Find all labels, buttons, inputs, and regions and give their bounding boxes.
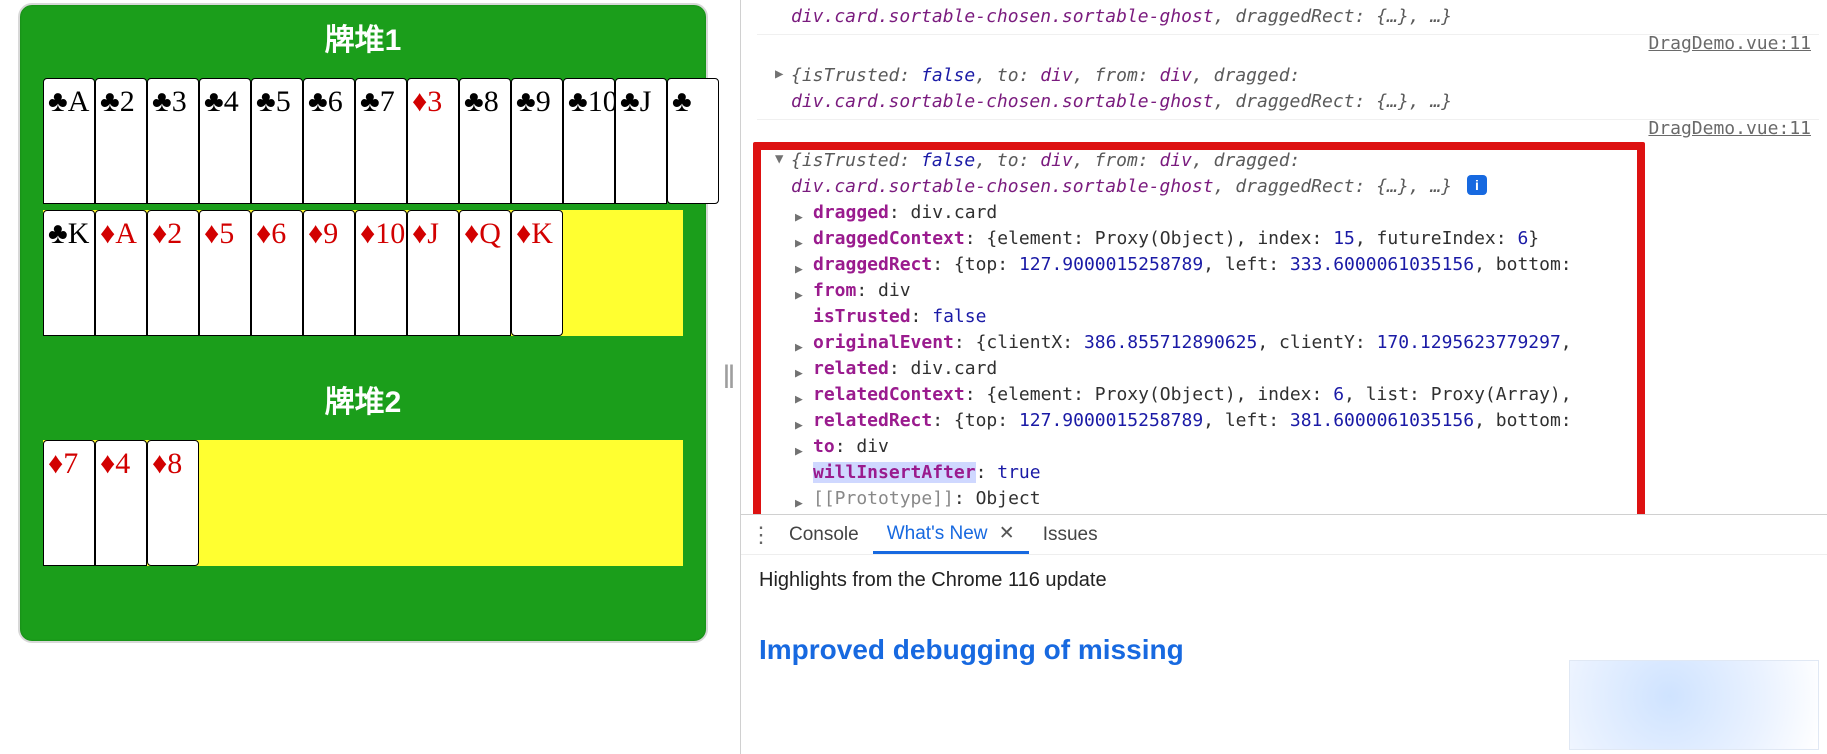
source-link[interactable]: DragDemo.vue:11 — [1648, 33, 1811, 54]
pile1-row1[interactable]: ♣A♣2♣3♣4♣5♣6♣7♦3♣8♣9♣10♣J♣ — [42, 77, 684, 205]
pane-resize-handle[interactable]: ‖ — [718, 0, 740, 754]
text-fragment: {…} — [1376, 6, 1409, 27]
prop-dragged[interactable]: ▶dragged: div.card — [791, 200, 1819, 226]
pile2-title: 牌堆2 — [20, 377, 706, 421]
playing-card[interactable]: ♦10 — [355, 210, 407, 336]
playing-card[interactable]: ♦Q — [459, 210, 511, 336]
element-ref: div — [1040, 65, 1073, 86]
pile1-row2[interactable]: ♣K♦A♦2♦5♦6♦9♦10♦J♦Q♦K — [42, 209, 684, 337]
playing-card[interactable]: ♦4 — [95, 440, 147, 566]
app-pane: 牌堆1 ♣A♣2♣3♣4♣5♣6♣7♦3♣8♣9♣10♣J♣ ♣K♦A♦2♦5♦… — [0, 0, 718, 754]
playing-card[interactable]: ♣A — [43, 78, 95, 204]
playing-card[interactable]: ♣K — [43, 210, 95, 336]
drawer-body[interactable]: Highlights from the Chrome 116 update Im… — [741, 554, 1827, 754]
text-fragment: , from: — [1073, 65, 1160, 86]
playing-card[interactable]: ♣ — [667, 78, 719, 204]
collapse-icon[interactable]: ▼ — [775, 151, 783, 167]
prop-relatedContext[interactable]: ▶relatedContext: {element: Proxy(Object)… — [791, 382, 1819, 408]
playing-card[interactable]: ♣8 — [459, 78, 511, 204]
close-icon[interactable]: ✕ — [999, 523, 1015, 544]
console-log-entry-expanded[interactable]: ▼ {isTrusted: false, to: div, from: div,… — [757, 146, 1819, 514]
playing-card[interactable]: ♦K — [511, 210, 563, 336]
devtools-pane: div.card.sortable-chosen.sortable-ghost,… — [740, 0, 1827, 754]
element-ref: div — [1159, 150, 1192, 171]
text-fragment: {…} — [1376, 91, 1409, 112]
source-link[interactable]: DragDemo.vue:11 — [1648, 118, 1811, 139]
prop-originalEvent[interactable]: ▶originalEvent: {clientX: 386.8557128906… — [791, 330, 1819, 356]
game-board: 牌堆1 ♣A♣2♣3♣4♣5♣6♣7♦3♣8♣9♣10♣J♣ ♣K♦A♦2♦5♦… — [18, 3, 708, 643]
text-fragment: , …} — [1409, 91, 1452, 112]
text-fragment: , dragged: — [1192, 150, 1300, 171]
playing-card[interactable]: ♦2 — [147, 210, 199, 336]
prop-relatedRect[interactable]: ▶relatedRect: {top: 127.9000015258789, l… — [791, 408, 1819, 434]
tab-issues[interactable]: Issues — [1029, 518, 1112, 552]
kebab-icon[interactable]: ⋮ — [747, 522, 775, 548]
text-fragment: , …} — [1409, 6, 1452, 27]
expand-icon[interactable]: ▶ — [775, 66, 783, 82]
playing-card[interactable]: ♣10 — [563, 78, 615, 204]
prop-isTrusted: isTrusted: false — [791, 304, 1819, 330]
pile1: ♣A♣2♣3♣4♣5♣6♣7♦3♣8♣9♣10♣J♣ ♣K♦A♦2♦5♦6♦9♦… — [42, 77, 684, 337]
text-fragment: , to: — [975, 65, 1040, 86]
console-log-entry[interactable]: div.card.sortable-chosen.sortable-ghost,… — [757, 2, 1819, 35]
prop-draggedRect[interactable]: ▶draggedRect: {top: 127.9000015258789, l… — [791, 252, 1819, 278]
prop-to[interactable]: ▶to: div — [791, 434, 1819, 460]
element-ref: div — [1040, 150, 1073, 171]
playing-card[interactable]: ♣4 — [199, 78, 251, 204]
playing-card[interactable]: ♦7 — [43, 440, 95, 566]
playing-card[interactable]: ♦J — [407, 210, 459, 336]
tab-console[interactable]: Console — [775, 518, 873, 552]
pile1-title: 牌堆1 — [20, 15, 706, 59]
tab-label: What's New — [887, 523, 988, 544]
playing-card[interactable]: ♣7 — [355, 78, 407, 204]
playing-card[interactable]: ♣2 — [95, 78, 147, 204]
text-fragment: {isTrusted: — [791, 65, 921, 86]
playing-card[interactable]: ♣6 — [303, 78, 355, 204]
console-output[interactable]: div.card.sortable-chosen.sortable-ghost,… — [741, 0, 1827, 514]
playing-card[interactable]: ♦5 — [199, 210, 251, 336]
playing-card[interactable]: ♣J — [615, 78, 667, 204]
dragged-selector: div.card.sortable-chosen.sortable-ghost — [791, 6, 1214, 27]
element-ref: div — [1159, 65, 1192, 86]
text-fragment: , from: — [1073, 150, 1160, 171]
playing-card[interactable]: ♦A — [95, 210, 147, 336]
text-fragment: , draggedRect: — [1214, 6, 1377, 27]
promo-image — [1569, 660, 1819, 750]
playing-card[interactable]: ♦8 — [147, 440, 199, 566]
info-icon[interactable]: i — [1467, 175, 1487, 195]
playing-card[interactable]: ♣9 — [511, 78, 563, 204]
console-log-entry[interactable]: ▶ {isTrusted: false, to: div, from: div,… — [757, 61, 1819, 120]
bool-literal: false — [921, 65, 975, 86]
prop-prototype[interactable]: ▶[[Prototype]]: Object — [791, 486, 1819, 512]
dragged-selector: div.card.sortable-chosen.sortable-ghost — [791, 176, 1214, 197]
text-fragment: , …} — [1409, 176, 1452, 197]
drawer-tabs: ⋮ Console What's New ✕ Issues — [741, 514, 1827, 554]
prop-related[interactable]: ▶related: div.card — [791, 356, 1819, 382]
text-fragment: {…} — [1376, 176, 1409, 197]
playing-card[interactable]: ♣5 — [251, 78, 303, 204]
prop-willInsertAfter: willInsertAfter: true — [791, 460, 1819, 486]
tab-whats-new[interactable]: What's New ✕ — [873, 516, 1029, 554]
dragged-selector: div.card.sortable-chosen.sortable-ghost — [791, 91, 1214, 112]
prop-draggedContext[interactable]: ▶draggedContext: {element: Proxy(Object)… — [791, 226, 1819, 252]
text-fragment: , to: — [975, 150, 1040, 171]
text-fragment: , draggedRect: — [1214, 176, 1377, 197]
playing-card[interactable]: ♦6 — [251, 210, 303, 336]
text-fragment: , dragged: — [1192, 65, 1300, 86]
pile2: ♦7♦4♦8 — [42, 439, 684, 567]
text-fragment: , draggedRect: — [1214, 91, 1377, 112]
playing-card[interactable]: ♦3 — [407, 78, 459, 204]
drawer-headline: Highlights from the Chrome 116 update — [759, 569, 1809, 592]
playing-card[interactable]: ♣3 — [147, 78, 199, 204]
pile2-row1[interactable]: ♦7♦4♦8 — [42, 439, 684, 567]
text-fragment: {isTrusted: — [791, 150, 921, 171]
prop-from[interactable]: ▶from: div — [791, 278, 1819, 304]
bool-literal: false — [921, 150, 975, 171]
playing-card[interactable]: ♦9 — [303, 210, 355, 336]
